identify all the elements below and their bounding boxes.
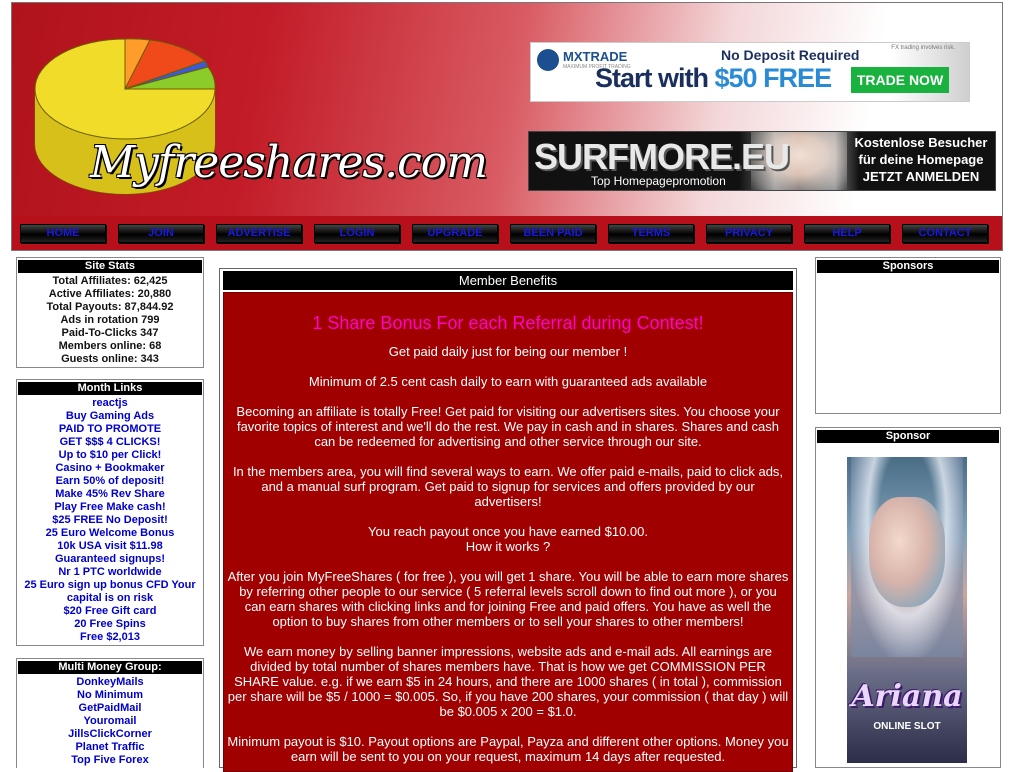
sponsors-title: Sponsors <box>817 260 999 273</box>
sponsors-box: Sponsors <box>815 257 1001 414</box>
month-link[interactable]: Guaranteed signups! <box>17 553 203 566</box>
nav-terms[interactable]: TERMS <box>608 224 694 243</box>
mxtrade-brand: MXTRADE <box>563 49 628 64</box>
multi-money-link[interactable]: No Minimum <box>17 689 203 702</box>
ariana-face-image <box>869 497 945 607</box>
site-header: Myfreeshares.com MXTRADE MAXIMUM PROFIT … <box>11 2 1003 251</box>
month-link[interactable]: 25 Euro Welcome Bonus <box>17 527 203 540</box>
month-links-box: Month Links reactjs Buy Gaming Ads PAID … <box>16 379 204 646</box>
sponsor-box: Sponsor Ariana ONLINE SLOT <box>815 427 1001 768</box>
benefit-paragraph: Becoming an affiliate is totally Free! G… <box>236 404 780 449</box>
nav-help[interactable]: HELP <box>804 224 890 243</box>
stat-active-affiliates: Active Affiliates: 20,880 <box>48 288 172 300</box>
month-link[interactable]: $25 FREE No Deposit! <box>17 514 203 527</box>
month-link[interactable]: Casino + Bookmaker <box>17 462 203 475</box>
stat-total-affiliates: Total Affiliates: 62,425 <box>52 275 168 287</box>
multi-money-link[interactable]: Youromail <box>17 715 203 728</box>
benefit-paragraph: Minimum of 2.5 cent cash daily to earn w… <box>308 374 708 389</box>
month-link[interactable]: reactjs <box>17 397 203 410</box>
month-link[interactable]: GET $$$ 4 CLICKS! <box>17 436 203 449</box>
stat-paid-to-clicks: Paid-To-Clicks 347 <box>61 327 159 339</box>
nav-home[interactable]: HOME <box>20 224 106 243</box>
surfmore-line2: für deine Homepage <box>858 152 984 167</box>
benefit-paragraph: In the members area, you will find sever… <box>232 464 784 509</box>
nav-privacy[interactable]: PRIVACY <box>706 224 792 243</box>
payout-paragraph: You reach payout once you have earned $1… <box>368 524 648 539</box>
mxtrade-start-amount: $50 FREE <box>714 63 833 93</box>
main-nav: HOME JOIN ADVERTISE LOGIN UPGRADE BEEN P… <box>12 216 1002 250</box>
ariana-slot-banner[interactable]: Ariana ONLINE SLOT <box>847 457 967 763</box>
member-benefits-body: 1 Share Bonus For each Referral during C… <box>223 292 793 772</box>
trade-now-button[interactable]: TRADE NOW <box>851 67 949 93</box>
month-link[interactable]: Free $2,013 <box>17 631 203 644</box>
ariana-logo: Ariana <box>851 679 963 714</box>
contest-title: 1 Share Bonus For each Referral during C… <box>312 313 704 333</box>
surfmore-line3: JETZT ANMELDEN <box>862 169 980 184</box>
month-link[interactable]: PAID TO PROMOTE <box>17 423 203 436</box>
stat-total-payouts: Total Payouts: 87,844.92 <box>46 301 174 313</box>
ariana-sub: ONLINE SLOT <box>873 721 941 732</box>
surfmore-banner-ad[interactable]: SURFMORE.EU Top Homepagepromotion Kosten… <box>528 131 996 191</box>
month-link[interactable]: Up to $10 per Click! <box>17 449 203 462</box>
nav-login[interactable]: LOGIN <box>314 224 400 243</box>
mxtrade-headline: No Deposit Required <box>721 47 860 63</box>
benefit-paragraph: Minimum payout is $10. Payout options ar… <box>227 734 789 764</box>
month-link[interactable]: 25 Euro sign up bonus CFD Your capital i… <box>17 579 203 605</box>
member-benefits-header: Member Benefits <box>223 271 793 290</box>
month-link[interactable]: Nr 1 PTC worldwide <box>17 566 203 579</box>
month-link[interactable]: Earn 50% of deposit! <box>17 475 203 488</box>
sponsor-title: Sponsor <box>817 430 999 443</box>
benefit-paragraph: After you join MyFreeShares ( for free )… <box>227 569 789 629</box>
stat-guests-online: Guests online: 343 <box>61 353 159 365</box>
mxtrade-risk-note: FX trading involves risk. <box>891 45 955 51</box>
stat-ads-rotation: Ads in rotation 799 <box>60 314 160 326</box>
stat-members-online: Members online: 68 <box>58 340 162 352</box>
multi-money-link[interactable]: Planet Traffic <box>17 741 203 754</box>
multi-money-title: Multi Money Group: <box>18 661 202 674</box>
surfmore-brand: SURFMORE.EU <box>534 136 790 177</box>
month-links-title: Month Links <box>18 382 202 395</box>
surfmore-right-text: Kostenlose Besucher für deine Homepage J… <box>851 134 991 185</box>
surfmore-line1: Kostenlose Besucher <box>854 135 988 150</box>
multi-money-link[interactable]: DonkeyMails <box>17 676 203 689</box>
mxtrade-start: Start with $50 FREE <box>595 63 833 94</box>
site-stats-title: Site Stats <box>18 260 202 273</box>
month-link[interactable]: Play Free Make cash! <box>17 501 203 514</box>
nav-contact[interactable]: CONTACT <box>902 224 988 243</box>
month-link[interactable]: 10k USA visit $11.98 <box>17 540 203 553</box>
site-logo[interactable]: Myfreeshares.com <box>30 9 488 214</box>
nav-join[interactable]: JOIN <box>118 224 204 243</box>
nav-advertise[interactable]: ADVERTISE <box>216 224 302 243</box>
multi-money-box: Multi Money Group: DonkeyMails No Minimu… <box>16 658 204 768</box>
how-it-works-heading: How it works ? <box>465 539 551 554</box>
surfmore-sub: Top Homepagepromotion <box>591 174 726 188</box>
mxtrade-start-prefix: Start with <box>595 63 715 93</box>
benefit-paragraph: Get paid daily just for being our member… <box>388 344 628 359</box>
nav-upgrade[interactable]: UPGRADE <box>412 224 498 243</box>
site-stats-body: Total Affiliates: 62,425 Active Affiliat… <box>17 273 203 366</box>
month-link[interactable]: 20 Free Spins <box>17 618 203 631</box>
mxtrade-globe-icon <box>537 49 559 71</box>
multi-money-link[interactable]: Top Five Forex <box>17 754 203 767</box>
logo-text: Myfreeshares.com <box>90 137 488 188</box>
month-links-list: reactjs Buy Gaming Ads PAID TO PROMOTE G… <box>17 395 203 644</box>
nav-been-paid[interactable]: BEEN PAID <box>510 224 596 243</box>
mxtrade-banner-ad[interactable]: MXTRADE MAXIMUM PROFIT TRADING No Deposi… <box>530 42 970 102</box>
multi-money-list: DonkeyMails No Minimum GetPaidMail Youro… <box>17 674 203 767</box>
month-link[interactable]: $20 Free Gift card <box>17 605 203 618</box>
multi-money-link[interactable]: JillsClickCorner <box>17 728 203 741</box>
multi-money-link[interactable]: GetPaidMail <box>17 702 203 715</box>
site-stats-box: Site Stats Total Affiliates: 62,425 Acti… <box>16 257 204 368</box>
month-link[interactable]: Make 45% Rev Share <box>17 488 203 501</box>
member-benefits-panel: Member Benefits 1 Share Bonus For each R… <box>219 268 797 772</box>
month-link[interactable]: Buy Gaming Ads <box>17 410 203 423</box>
benefit-paragraph: We earn money by selling banner impressi… <box>227 644 789 719</box>
